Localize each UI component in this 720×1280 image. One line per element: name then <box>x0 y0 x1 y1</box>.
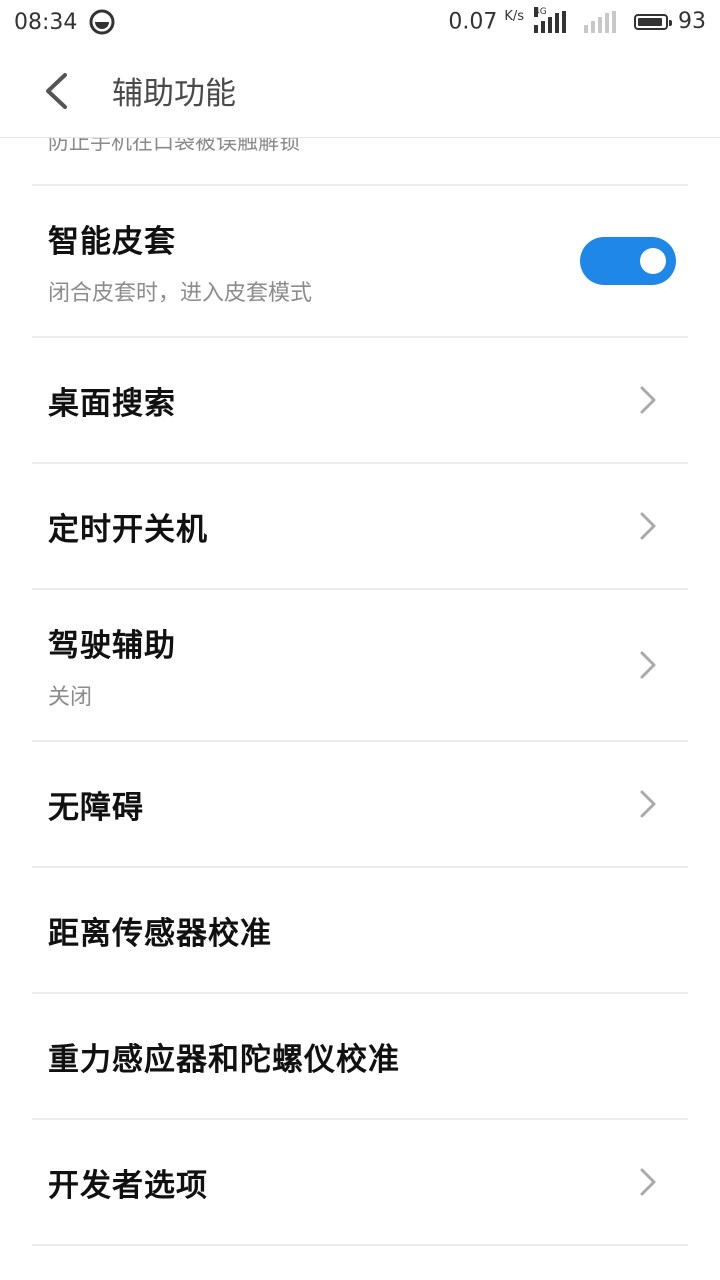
item-text: 距离传感器校准 <box>32 908 272 953</box>
signal-sim2-icon <box>584 10 624 33</box>
list-item-gyro-calibration[interactable]: 重力感应器和陀螺仪校准 <box>32 994 688 1120</box>
list-item-desktop-search[interactable]: 桌面搜索 <box>32 338 688 464</box>
item-title: 驾驶辅助 <box>48 627 176 664</box>
item-title: 定时开关机 <box>48 511 208 548</box>
item-title: 桌面搜索 <box>48 385 176 422</box>
item-title: 重力感应器和陀螺仪校准 <box>48 1041 400 1078</box>
item-subtitle: 闭合皮套时，进入皮套模式 <box>48 280 313 306</box>
signal-4g-icon: 4G <box>534 6 574 33</box>
back-arrow-icon <box>46 72 67 109</box>
status-left: 08:34 <box>14 9 115 35</box>
battery-tip <box>669 19 672 26</box>
item-title: 智能皮套 <box>48 223 176 260</box>
list-item-accessibility[interactable]: 无障碍 <box>32 742 688 868</box>
toggle-knob <box>640 248 666 274</box>
page-title: 辅助功能 <box>112 76 236 112</box>
item-title: 距离传感器校准 <box>48 915 272 952</box>
list-item-scheduled-power[interactable]: 定时开关机 <box>32 464 688 590</box>
list-item-partial[interactable]: 防止手机在口袋被误触解锁 <box>32 138 688 186</box>
item-text: 驾驶辅助 关闭 <box>32 620 176 711</box>
item-subtitle: 关闭 <box>48 684 93 710</box>
item-text: 无障碍 <box>32 782 144 827</box>
app-notification-icon <box>89 9 115 35</box>
chevron-right-icon <box>640 512 656 540</box>
item-text: 定时开关机 <box>32 504 208 549</box>
battery-level: 93 <box>678 9 706 35</box>
clock: 08:34 <box>14 9 78 35</box>
network-speed-unit: K/s <box>504 9 524 25</box>
item-text: 开发者选项 <box>32 1160 208 1205</box>
battery-fill <box>638 17 663 26</box>
chevron-right-icon <box>640 386 656 414</box>
network-speed-value: 0.07 <box>448 9 498 35</box>
list-item-partial-subtitle: 防止手机在口袋被误触解锁 <box>48 138 300 154</box>
list-item-driving-assist[interactable]: 驾驶辅助 关闭 <box>32 590 688 742</box>
battery-indicator: 93 <box>634 9 706 34</box>
settings-list: 防止手机在口袋被误触解锁 智能皮套 闭合皮套时，进入皮套模式 桌面搜索 定时开关… <box>0 138 720 1246</box>
item-text: 重力感应器和陀螺仪校准 <box>32 1034 400 1079</box>
network-type-label: 4G <box>534 6 547 17</box>
item-text: 智能皮套 闭合皮套时，进入皮套模式 <box>32 216 312 307</box>
status-bar: 08:34 0.07 K/s 4G 93 <box>0 0 720 44</box>
chevron-right-icon <box>640 790 656 818</box>
smart-cover-toggle[interactable] <box>580 237 676 285</box>
list-item-developer-options[interactable]: 开发者选项 <box>32 1120 688 1246</box>
status-right: 0.07 K/s 4G 93 <box>448 6 706 35</box>
network-speed: 0.07 K/s <box>448 9 524 34</box>
battery-icon <box>634 13 672 30</box>
app-bar: 辅助功能 <box>0 44 720 138</box>
item-text: 桌面搜索 <box>32 378 176 423</box>
item-title: 开发者选项 <box>48 1167 208 1204</box>
list-item-smart-cover[interactable]: 智能皮套 闭合皮套时，进入皮套模式 <box>32 186 688 338</box>
back-button[interactable] <box>16 44 96 138</box>
chevron-right-icon <box>640 651 656 679</box>
chevron-right-icon <box>640 1168 656 1196</box>
item-title: 无障碍 <box>48 789 144 826</box>
list-item-proximity-calibration[interactable]: 距离传感器校准 <box>32 868 688 994</box>
